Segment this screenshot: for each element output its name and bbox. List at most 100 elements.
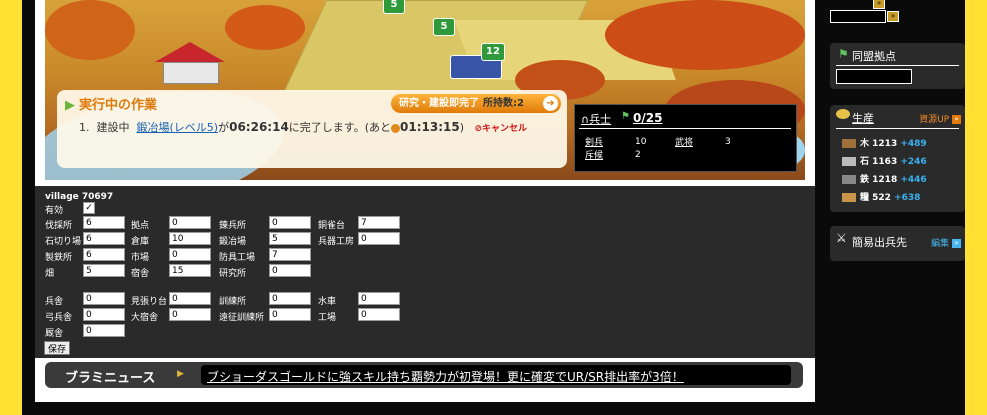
level-input[interactable] (83, 324, 125, 337)
field-label: 弓兵舎 (45, 313, 73, 323)
field-label: 畑 (45, 269, 55, 279)
build-settings-form: village 70697 有効 ✓ 伐採所 石切り場 製鉄所 畑 拠点 倉庫 … (35, 186, 815, 358)
table-row: 剣兵 10 武将 3 (585, 135, 737, 149)
alliance-field[interactable] (836, 69, 912, 84)
field-label: 大宿舎 (131, 313, 159, 323)
resource-rate: +489 (900, 139, 927, 149)
level-input[interactable] (169, 292, 211, 305)
resource-amount: 1213 (872, 139, 898, 149)
level-input[interactable] (269, 232, 311, 245)
row-suffix: に完了します。(あと (288, 121, 391, 134)
level-input[interactable] (83, 248, 125, 261)
field-label: 工場 (318, 313, 337, 323)
level-input[interactable] (83, 232, 125, 245)
wood-icon (842, 139, 856, 148)
clock-icon (391, 123, 400, 133)
row-status: 建設中 (96, 121, 130, 134)
arrow-right-icon: » (952, 239, 961, 248)
arrow-button[interactable]: » (873, 0, 885, 9)
level-input[interactable] (269, 308, 311, 321)
flag-icon: ⚑ (838, 47, 849, 61)
dispatch-box: ⚔ 簡易出兵先 編集 » (830, 226, 965, 261)
completion-time: 06:26:14 (229, 120, 289, 134)
soldier-link[interactable]: ∩兵士 (581, 111, 611, 127)
field-label: 兵器工房 (318, 237, 355, 247)
level-input[interactable] (83, 308, 125, 321)
alliance-box: ⚑ 同盟拠点 (830, 43, 965, 89)
soldier-table: 剣兵 10 武将 3 斥候 2 (585, 135, 737, 162)
divider (836, 65, 959, 66)
level-input[interactable] (83, 264, 125, 277)
soldier-label: 兵士 (589, 113, 612, 126)
cancel-icon: ⊘ (474, 124, 483, 134)
soldier-panel: ∩兵士 ⚑ 0/25 剣兵 10 武将 3 斥候 2 (574, 104, 797, 172)
field-label: 拠点 (131, 221, 150, 231)
field-label: 研究所 (219, 269, 247, 279)
triangle-icon: ▶ (65, 98, 75, 113)
castle-building[interactable] (155, 42, 225, 84)
resource-name: 糧 (860, 193, 870, 203)
unit-name[interactable]: 剣兵 (585, 135, 635, 148)
enabled-checkbox[interactable]: ✓ (83, 202, 95, 214)
search-field[interactable] (830, 10, 886, 23)
grain-icon (842, 193, 856, 202)
work-title-text: 実行中の作業 (79, 98, 158, 113)
unit-count: 3 (725, 136, 731, 147)
level-input[interactable] (169, 232, 211, 245)
news-headline-link[interactable]: ブショーダスゴールドに強スキル持ち覇勢力が初登場！更に確変でUR/SR排出率が3… (207, 368, 684, 385)
arrow-right-icon: » (952, 115, 961, 124)
alliance-title: 同盟拠点 (852, 50, 896, 63)
divider (579, 128, 791, 129)
row-connector: が (218, 121, 230, 134)
level-marker[interactable]: 12 (481, 43, 505, 61)
helmet-icon: ∩ (581, 113, 590, 126)
building-link[interactable]: 鍛冶場(レベル5) (137, 121, 219, 134)
flag-icon: ⚑ (621, 111, 630, 122)
resource-row-stone: 石 1163 +246 (842, 154, 927, 167)
news-title: ブラミニュース (65, 371, 156, 386)
level-marker[interactable]: 5 (383, 0, 405, 14)
triangle-icon: ▶ (177, 369, 184, 379)
arrow-button[interactable]: » (887, 11, 899, 22)
level-input[interactable] (83, 292, 125, 305)
level-input[interactable] (169, 264, 211, 277)
level-input[interactable] (358, 292, 400, 305)
level-input[interactable] (169, 308, 211, 321)
resource-up-link[interactable]: 資源UP » (919, 112, 961, 125)
cancel-button[interactable]: ⊘キャンセル (475, 124, 528, 134)
level-input[interactable] (83, 216, 125, 229)
soldier-count[interactable]: 0/25 (633, 111, 662, 125)
level-input[interactable] (169, 216, 211, 229)
row-close-paren: ) (459, 121, 464, 134)
level-input[interactable] (269, 264, 311, 277)
level-input[interactable] (169, 248, 211, 261)
resource-amount: 1218 (872, 175, 898, 185)
unit-count: 10 (635, 136, 647, 147)
resource-row-wood: 木 1213 +489 (842, 136, 927, 149)
level-input[interactable] (269, 216, 311, 229)
resource-row-food: 糧 522 +638 (842, 190, 920, 203)
field-label: 兵舎 (45, 297, 64, 307)
level-input[interactable] (358, 232, 400, 245)
level-input[interactable] (269, 248, 311, 261)
edit-label: 編集 (931, 239, 950, 249)
field-label: 鍛冶場 (219, 237, 247, 247)
save-button[interactable]: 保存 (44, 341, 70, 355)
remaining-time: 01:13:15 (400, 120, 460, 134)
unit-name[interactable]: 武将 (675, 135, 725, 148)
level-marker[interactable]: 5 (433, 18, 455, 36)
instant-finish-label: 研究・建設即完了 (399, 98, 479, 109)
level-input[interactable] (358, 308, 400, 321)
field-label: 銅雀台 (318, 221, 346, 231)
instant-finish-button[interactable]: 研究・建設即完了 所持数:2 ➜ (391, 94, 561, 113)
row-index: 1. (79, 121, 90, 134)
level-input[interactable] (358, 216, 400, 229)
enabled-label: 有効 (45, 206, 64, 216)
field-label: 製鉄所 (45, 253, 73, 263)
edit-link[interactable]: 編集 » (931, 236, 961, 249)
unit-name[interactable]: 斥候 (585, 148, 635, 161)
resource-up-label: 資源UP (919, 115, 950, 125)
level-input[interactable] (269, 292, 311, 305)
resource-rate: +638 (894, 193, 921, 203)
work-panel: ▶ 実行中の作業 研究・建設即完了 所持数:2 ➜ 1. 建設中 鍛冶場(レベル5)… (57, 90, 567, 168)
